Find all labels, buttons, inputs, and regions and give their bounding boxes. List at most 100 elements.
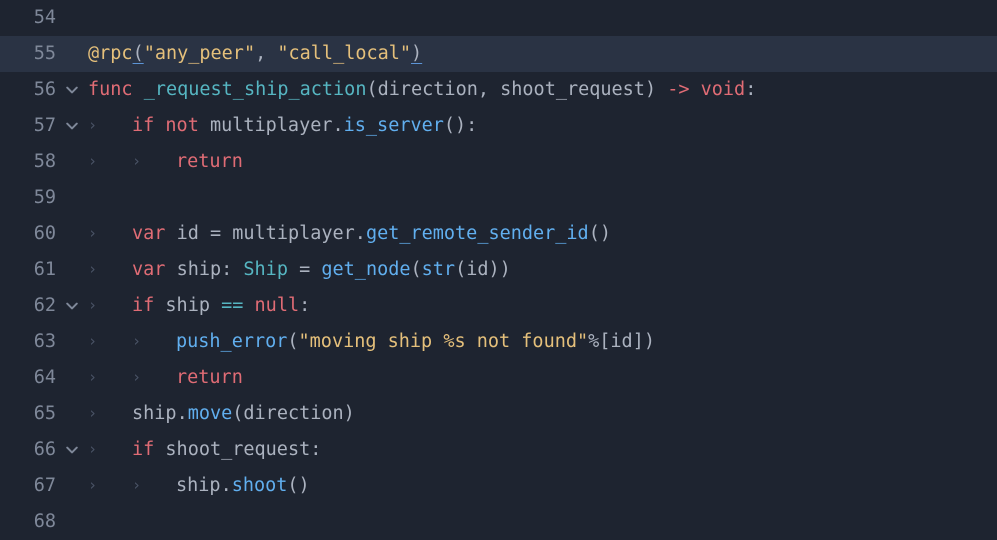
- token: :: [745, 79, 756, 100]
- code-line[interactable]: 62 ›if ship == null:: [0, 288, 997, 324]
- code-line[interactable]: 60 ›var id = multiplayer.get_remote_sende…: [0, 216, 997, 252]
- indent-guide: ›: [88, 143, 132, 179]
- token: (: [455, 259, 466, 280]
- line-number: 68: [0, 504, 66, 540]
- token: shoot_request: [500, 79, 645, 100]
- code-content[interactable]: ›var id = multiplayer.get_remote_sender_…: [88, 216, 611, 252]
- token: =: [288, 259, 321, 280]
- token: :: [299, 295, 310, 316]
- fold-gutter[interactable]: [66, 444, 88, 456]
- code-line[interactable]: 59: [0, 180, 997, 216]
- code-line[interactable]: 66›if shoot_request:: [0, 432, 997, 468]
- token: ship: [176, 475, 221, 496]
- chevron-down-icon[interactable]: [66, 444, 78, 456]
- code-line[interactable]: 57›if not multiplayer.is_server():: [0, 108, 997, 144]
- indent-guide: ›: [88, 287, 132, 323]
- line-number: 56: [0, 72, 66, 108]
- line-number: 54: [0, 0, 66, 36]
- line-number: 63: [0, 324, 66, 360]
- token: move: [188, 403, 233, 424]
- indent-guide: ›: [88, 323, 132, 359]
- token: @rpc: [88, 43, 133, 64]
- token: id: [610, 331, 632, 352]
- indent-guide: ›: [88, 431, 132, 467]
- indent-guide: ›: [132, 323, 176, 359]
- code-line[interactable]: 64››return: [0, 360, 997, 396]
- code-line[interactable]: 56 func _request_ship_action(direction, s…: [0, 72, 997, 108]
- indent-guide: ›: [88, 215, 132, 251]
- token: (: [287, 331, 298, 352]
- code-content[interactable]: ›if ship == null:: [88, 288, 310, 324]
- code-content[interactable]: func _request_ship_action(direction, sho…: [88, 72, 756, 108]
- token: ,: [478, 79, 500, 100]
- token: get_node: [321, 259, 410, 280]
- code-line[interactable]: 67 ››ship.shoot(): [0, 468, 997, 504]
- indent-guide: ›: [88, 359, 132, 395]
- code-line[interactable]: 68: [0, 504, 997, 540]
- code-content[interactable]: ››push_error("moving ship %s not found"%…: [88, 324, 655, 360]
- token: multiplayer: [210, 115, 333, 136]
- token: "any_peer": [144, 43, 255, 64]
- token: (: [366, 79, 377, 100]
- token: ship: [177, 259, 222, 280]
- chevron-down-icon[interactable]: [66, 120, 78, 132]
- line-number: 60: [0, 216, 66, 252]
- code-line[interactable]: 65 ›ship.move(direction): [0, 396, 997, 432]
- token: id: [466, 259, 488, 280]
- token: if: [132, 295, 165, 316]
- token: %[: [588, 331, 610, 352]
- code-content[interactable]: ››ship.shoot(): [88, 468, 310, 504]
- token: _request_ship_action: [144, 79, 367, 100]
- token: ->: [656, 79, 701, 100]
- line-number: 67: [0, 468, 66, 504]
- line-number: 65: [0, 396, 66, 432]
- indent-guide: ›: [88, 395, 132, 431]
- token: direction: [243, 403, 343, 424]
- line-number: 62: [0, 288, 66, 324]
- code-content[interactable]: @rpc("any_peer", "call_local"): [88, 36, 422, 72]
- code-content[interactable]: ›var ship: Ship = get_node(str(id)): [88, 252, 511, 288]
- token: .: [355, 223, 366, 244]
- token: ship: [132, 403, 177, 424]
- token: push_error: [176, 331, 287, 352]
- code-content[interactable]: ›if shoot_request:: [88, 432, 321, 468]
- token: .: [177, 403, 188, 424]
- token: (): [589, 223, 611, 244]
- indent-guide: ›: [88, 107, 132, 143]
- token: .: [333, 115, 344, 136]
- code-content[interactable]: ›ship.move(direction): [88, 396, 355, 432]
- code-line[interactable]: 58››return: [0, 144, 997, 180]
- line-number: 61: [0, 252, 66, 288]
- token: void: [701, 79, 746, 100]
- token: shoot: [232, 475, 288, 496]
- token: :: [310, 439, 321, 460]
- code-content[interactable]: ›if not multiplayer.is_server():: [88, 108, 477, 144]
- code-line[interactable]: 54: [0, 0, 997, 36]
- token: shoot_request: [165, 439, 310, 460]
- token: if not: [132, 115, 210, 136]
- token: is_server: [344, 115, 444, 136]
- token: id: [177, 223, 199, 244]
- code-line[interactable]: 55 @rpc("any_peer", "call_local"): [0, 36, 997, 72]
- code-line[interactable]: 61›var ship: Ship = get_node(str(id)): [0, 252, 997, 288]
- token: ==: [210, 295, 255, 316]
- fold-gutter[interactable]: [66, 84, 88, 96]
- token: =: [199, 223, 232, 244]
- line-number: 55: [0, 36, 66, 72]
- code-content[interactable]: ››return: [88, 144, 243, 180]
- indent-guide: ›: [88, 251, 132, 287]
- token: ): [645, 79, 656, 100]
- indent-guide: ›: [132, 143, 176, 179]
- fold-gutter[interactable]: [66, 300, 88, 312]
- token: ]): [633, 331, 655, 352]
- chevron-down-icon[interactable]: [66, 84, 78, 96]
- chevron-down-icon[interactable]: [66, 300, 78, 312]
- code-content[interactable]: ››return: [88, 360, 243, 396]
- token: return: [176, 367, 243, 388]
- indent-guide: ›: [132, 467, 176, 503]
- code-line[interactable]: 63 ››push_error("moving ship %s not found…: [0, 324, 997, 360]
- token: multiplayer: [232, 223, 355, 244]
- code-editor[interactable]: 5455 @rpc("any_peer", "call_local") 56 func…: [0, 0, 997, 540]
- fold-gutter[interactable]: [66, 120, 88, 132]
- token: ,: [255, 43, 277, 64]
